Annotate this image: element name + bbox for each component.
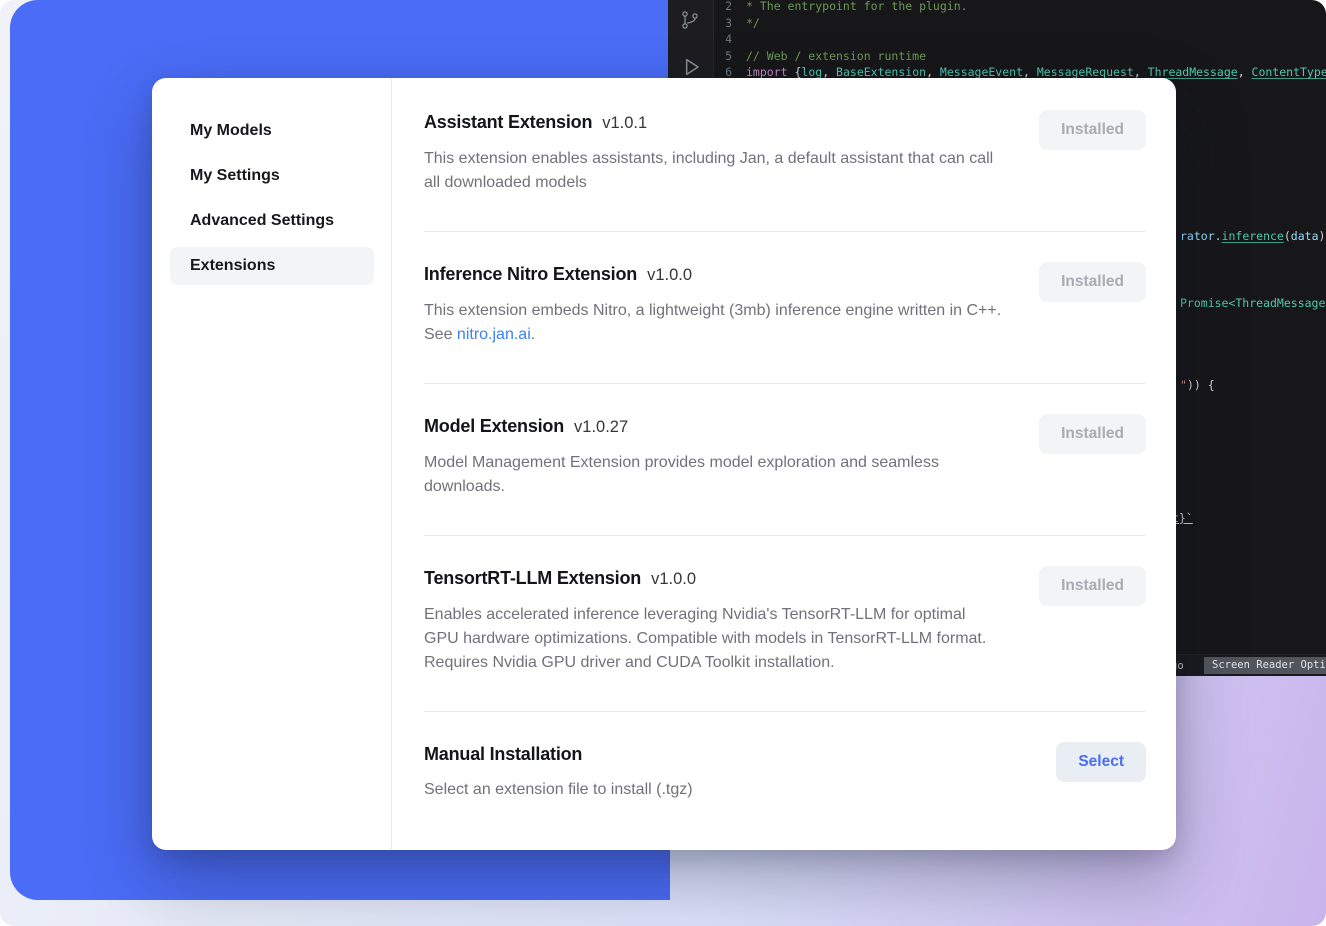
code-text: // Web / extension runtime	[746, 48, 926, 65]
line-number: 4	[714, 31, 746, 48]
extensions-list: Assistant Extensionv1.0.1 This extension…	[392, 78, 1176, 850]
code-fragment: Promise<ThreadMessage>	[1180, 296, 1326, 310]
extension-name: TensortRT-LLM Extensionv1.0.0	[424, 566, 1004, 591]
settings-sidebar: My Models My Settings Advanced Settings …	[152, 78, 392, 850]
code-line: 4	[714, 31, 1326, 48]
extension-version: v1.0.0	[647, 266, 692, 284]
code-lines: 2 * The entrypoint for the plugin. 3 */ …	[714, 0, 1326, 81]
select-file-button[interactable]: Select	[1056, 742, 1146, 782]
extension-info: Manual Installation Select an extension …	[424, 742, 1004, 802]
extension-name: Assistant Extensionv1.0.1	[424, 110, 1004, 135]
code-fragment: ")) {	[1180, 378, 1215, 392]
installed-button[interactable]: Installed	[1039, 110, 1146, 150]
extension-row-model: Model Extensionv1.0.27 Model Management …	[424, 384, 1146, 536]
code-fragment: rator.inference(data));	[1180, 229, 1326, 243]
extension-info: TensortRT-LLM Extensionv1.0.0 Enables ac…	[424, 566, 1004, 675]
sidebar-item-advanced-settings[interactable]: Advanced Settings	[170, 202, 374, 240]
extension-version: v1.0.0	[651, 570, 696, 588]
manual-installation-title: Manual Installation	[424, 742, 1004, 766]
extension-info: Inference Nitro Extensionv1.0.0 This ext…	[424, 262, 1004, 347]
line-number: 5	[714, 48, 746, 65]
code-line: 5 // Web / extension runtime	[714, 48, 1326, 65]
manual-installation-description: Select an extension file to install (.tg…	[424, 778, 1004, 802]
code-line: 3 */	[714, 15, 1326, 32]
extension-version: v1.0.27	[574, 418, 628, 436]
extension-description: Enables accelerated inference leveraging…	[424, 603, 1004, 675]
code-text: */	[746, 15, 760, 32]
extension-description: This extension embeds Nitro, a lightweig…	[424, 299, 1004, 347]
source-control-icon	[678, 8, 702, 36]
code-line: 2 * The entrypoint for the plugin.	[714, 0, 1326, 15]
installed-button[interactable]: Installed	[1039, 262, 1146, 302]
installed-button[interactable]: Installed	[1039, 414, 1146, 454]
extension-row-assistant: Assistant Extensionv1.0.1 This extension…	[424, 78, 1146, 232]
line-number: 2	[714, 0, 746, 15]
sidebar-item-my-settings[interactable]: My Settings	[170, 157, 374, 195]
extension-row-tensorrt-llm: TensortRT-LLM Extensionv1.0.0 Enables ac…	[424, 536, 1146, 712]
extension-info: Model Extensionv1.0.27 Model Management …	[424, 414, 1004, 499]
sidebar-item-extensions[interactable]: Extensions	[170, 247, 374, 285]
extension-description: This extension enables assistants, inclu…	[424, 147, 1004, 195]
code-text: * The entrypoint for the plugin.	[746, 0, 968, 15]
extension-description: Model Management Extension provides mode…	[424, 451, 1004, 499]
extension-version: v1.0.1	[602, 114, 647, 132]
extension-name: Inference Nitro Extensionv1.0.0	[424, 262, 1004, 287]
sidebar-item-my-models[interactable]: My Models	[170, 112, 374, 150]
manual-installation-row: Manual Installation Select an extension …	[424, 712, 1146, 834]
nitro-jan-ai-link[interactable]: nitro.jan.ai	[457, 326, 531, 343]
settings-modal: My Models My Settings Advanced Settings …	[152, 78, 1176, 850]
installed-button[interactable]: Installed	[1039, 566, 1146, 606]
extension-name: Model Extensionv1.0.27	[424, 414, 1004, 439]
screen-reader-badge: Screen Reader Optimized	[1204, 657, 1326, 674]
page: 2 * The entrypoint for the plugin. 3 */ …	[0, 0, 1326, 926]
extension-row-inference-nitro: Inference Nitro Extensionv1.0.0 This ext…	[424, 232, 1146, 384]
extension-info: Assistant Extensionv1.0.1 This extension…	[424, 110, 1004, 195]
line-number: 3	[714, 15, 746, 32]
